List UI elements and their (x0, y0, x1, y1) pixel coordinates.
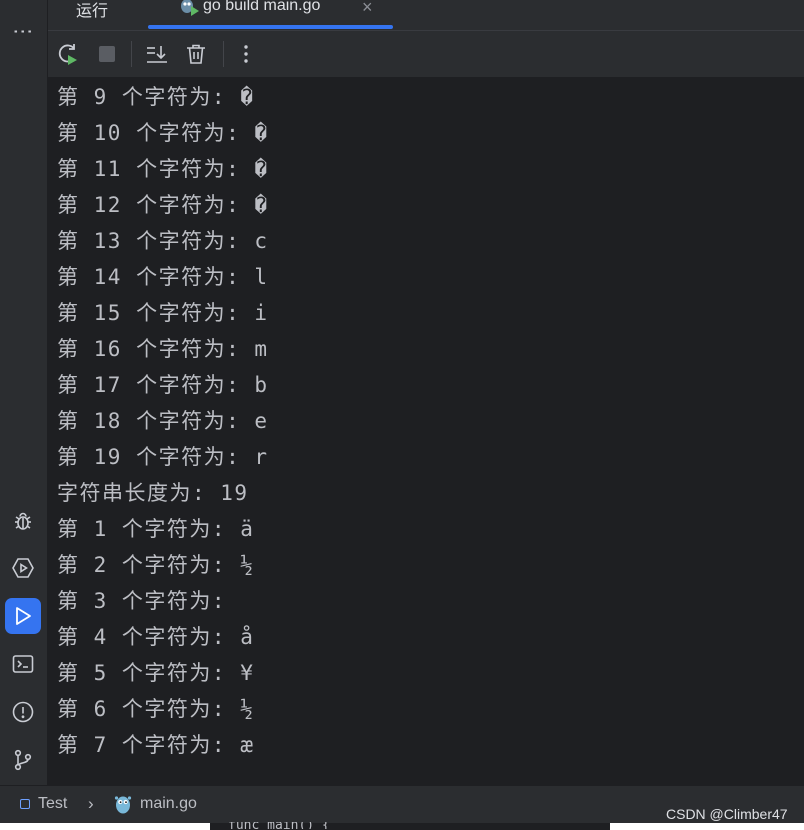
status-bar: Test › main.go CSDN @Climber47 (0, 785, 804, 824)
console-line: 第 14 个字符为: l (57, 265, 269, 289)
module-icon (20, 799, 30, 809)
console-line: 第 15 个字符为: i (57, 301, 269, 325)
watermark: CSDN @Climber47 (666, 806, 788, 822)
toolbar-separator (131, 41, 132, 67)
console-line: 第 5 个字符为: ¥ (57, 661, 255, 685)
console-line: 第 7 个字符为: æ (57, 733, 255, 757)
underlying-editor-strip: func main() { (0, 822, 804, 830)
console-line: 第 1 个字符为: ä (57, 517, 255, 541)
console-line: 第 6 个字符为: ½ (57, 697, 255, 721)
services-icon[interactable] (5, 550, 41, 586)
console-line: 第 13 个字符为: c (57, 229, 269, 253)
console-line: 第 11 个字符为: � (57, 157, 269, 181)
tab-go-build-label: go build main.go (203, 0, 321, 14)
console-line: 第 17 个字符为: b (57, 373, 269, 397)
toolbar-separator (223, 41, 224, 67)
ide-window: ⋮ 运行 go build main.go × 第 9 个字符为: � 第 10… (0, 0, 804, 830)
editor-clipped-code: func main() { (228, 822, 330, 829)
rerun-icon[interactable] (53, 39, 83, 69)
console-line: 字符串长度为: 19 (57, 481, 249, 505)
console-line: 第 18 个字符为: e (57, 409, 269, 433)
terminal-icon[interactable] (5, 646, 41, 682)
more-icon[interactable] (231, 39, 261, 69)
console-line: 第 19 个字符为: r (57, 445, 269, 469)
console-line: 第 4 个字符为: å (57, 625, 255, 649)
run-toolbar (48, 31, 804, 77)
console-line: 第 3 个字符为: (57, 589, 241, 613)
tool-window-strip: ⋮ (0, 0, 48, 785)
go-file-icon (113, 793, 133, 820)
console-line: 第 12 个字符为: � (57, 193, 269, 217)
clear-all-icon[interactable] (181, 39, 211, 69)
git-icon[interactable] (5, 742, 41, 778)
more-tools-icon[interactable]: ⋮ (5, 14, 41, 50)
run-icon[interactable] (5, 598, 41, 634)
console-line: 第 10 个字符为: � (57, 121, 269, 145)
go-build-config-icon (178, 0, 200, 23)
close-tab-icon[interactable]: × (362, 0, 373, 18)
scroll-to-end-icon[interactable] (142, 39, 172, 69)
breadcrumb-file[interactable]: main.go (140, 795, 197, 813)
more-tools-glyph: ⋮ (11, 21, 35, 43)
breadcrumb-project[interactable]: Test (38, 795, 67, 813)
console-output[interactable]: 第 9 个字符为: � 第 10 个字符为: � 第 11 个字符为: � 第 … (48, 77, 804, 785)
console-line: 第 2 个字符为: ½ (57, 553, 255, 577)
stop-icon[interactable] (92, 39, 122, 69)
tab-run[interactable]: 运行 (76, 0, 136, 30)
debug-icon[interactable] (5, 503, 41, 539)
breadcrumb-separator: › (88, 794, 94, 813)
problems-icon[interactable] (5, 694, 41, 730)
console-line: 第 9 个字符为: � (57, 85, 255, 109)
tab-run-label: 运行 (76, 3, 109, 20)
active-tab-indicator (148, 25, 393, 29)
console-line: 第 16 个字符为: m (57, 337, 269, 361)
